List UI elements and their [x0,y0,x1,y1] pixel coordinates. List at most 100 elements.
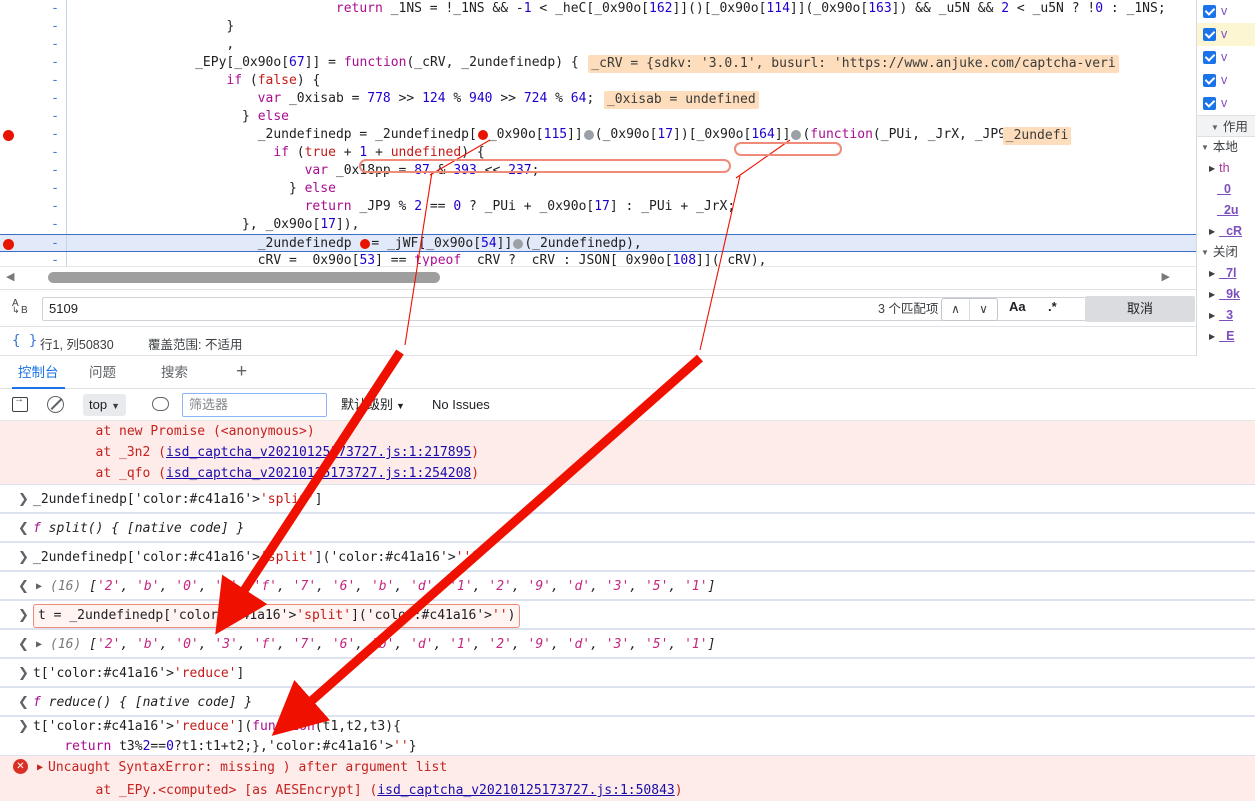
find-next-button[interactable]: ∨ [970,299,997,320]
scroll-right-arrow-icon[interactable]: ▶ [1162,271,1170,283]
scroll-left-arrow-icon[interactable]: ◀ [6,271,14,283]
code-line[interactable]: - return _1NS = !_1NS && -1 < _heC[_0x90o… [0,0,1196,18]
find-prev-button[interactable]: ∧ [942,299,970,320]
scope-property[interactable]: ▶ _3 [1197,305,1255,326]
line-number[interactable]: - [37,90,59,108]
chevron-right-icon[interactable]: ▶ [1209,263,1215,284]
scope-group[interactable]: ▼ 关闭 [1197,242,1255,263]
console-output[interactable]: at new Promise (<anonymous>) at _3n2 (isd… [0,421,1255,804]
tab-issues[interactable]: 问题 [83,357,122,389]
code-line[interactable]: - var _0x18pp = 87 & 393 << 237; [0,162,1196,180]
editor-horizontal-scroll-thumb[interactable] [48,272,440,283]
breakpoint-row[interactable]: v [1197,69,1255,92]
chevron-right-icon[interactable]: ▶ [1209,326,1215,347]
scope-group[interactable]: ▼ 本地 [1197,137,1255,158]
source-link[interactable]: isd_captcha_v20210125173727.js:1:254208 [166,466,471,481]
find-match-case-button[interactable]: Aa [1009,299,1026,314]
code-line[interactable]: -, [0,36,1196,54]
code-line[interactable]: - var _0xisab = 778 >> 124 % 940 >> 724 %… [0,90,1196,109]
find-cancel-button[interactable]: 取消 [1085,296,1195,322]
breakpoint-checkbox[interactable] [1203,51,1216,65]
line-number[interactable]: - [37,198,59,216]
line-number[interactable]: - [37,216,59,234]
console-input-row[interactable]: ❯ t['color:#c41a16'>'reduce'] [0,658,1255,687]
add-tab-button[interactable]: + [236,357,247,389]
chevron-down-icon[interactable]: ▼ [1201,137,1209,158]
tab-console[interactable]: 控制台 [12,357,65,389]
source-link[interactable]: isd_captcha_v20210125173727.js:1:50843 [377,783,674,798]
breakpoint-checkbox[interactable] [1203,5,1216,19]
breakpoint-marker-icon[interactable] [3,130,14,141]
breakpoint-checkbox[interactable] [1203,97,1216,111]
line-number[interactable]: - [37,18,59,36]
console-filter-input[interactable]: 筛选器 [182,393,327,417]
console-input-text[interactable]: t = _2undefinedp['color:#c41a16'>'split'… [33,604,521,628]
console-input-text[interactable]: _2undefinedp['color:#c41a16'>'split']('c… [33,543,479,572]
console-input-row[interactable]: ❯ _2undefinedp['color:#c41a16'>'split']('… [0,542,1255,571]
code-line[interactable]: -} else [0,180,1196,198]
pretty-print-icon[interactable]: { } [12,333,37,349]
log-level-selector[interactable]: 默认级别 ▼ [341,394,405,416]
chevron-down-icon[interactable]: ▼ [1201,242,1209,263]
scope-property[interactable]: _2u [1197,200,1255,221]
issues-status[interactable]: No Issues [432,394,490,416]
chevron-right-icon[interactable]: ▶ [1209,221,1215,242]
drawer-toggle-icon[interactable] [12,394,28,412]
line-number[interactable]: - [37,180,59,198]
line-number[interactable]: - [37,126,59,144]
code-line[interactable]: - if (true + 1 + undefined) { [0,144,1196,162]
chevron-right-icon[interactable]: ▶ [1209,284,1215,305]
code-line[interactable]: - _EPy[_0x90o[67]] = function(_cRV, _2und… [0,54,1196,73]
expand-error-icon[interactable]: ▶ [37,756,43,780]
breakpoint-checkbox[interactable] [1203,74,1216,88]
breakpoint-row[interactable]: v [1197,92,1255,115]
console-input-text[interactable]: t['color:#c41a16'>'reduce'](function(t1,… [33,717,417,757]
code-line[interactable]: -} else [0,108,1196,126]
scope-property[interactable]: ▶ _9k [1197,284,1255,305]
line-number[interactable]: - [37,235,59,253]
code-line[interactable]: - if (false) { [0,72,1196,90]
code-line[interactable]: - return _JP9 % 2 == 0 ? _PUi + _0x90o[17… [0,198,1196,216]
expand-array-icon[interactable]: ▶ [36,630,42,659]
code-editor-pane[interactable]: - return _1NS = !_1NS && -1 < _heC[_0x90o… [0,0,1196,266]
editor-horizontal-scrollbar[interactable]: ◀ ▶ [0,266,1196,288]
scope-property[interactable]: ▶ _7l [1197,263,1255,284]
code-line[interactable]: -}, _0x90o[17]), [0,216,1196,234]
code-line[interactable]: - cRV = _0x90o[53] == typeof _cRV ? _cRV … [0,252,1196,266]
live-expression-icon[interactable] [152,397,169,411]
line-number[interactable]: - [37,0,59,18]
breakpoint-checkbox[interactable] [1203,28,1216,42]
scope-property[interactable]: ▶ _E [1197,326,1255,347]
console-input-text[interactable]: _2undefinedp['color:#c41a16'>'split'] [33,485,323,514]
scope-property[interactable]: _0 [1197,179,1255,200]
chevron-right-icon[interactable]: ▶ [1209,158,1215,179]
chevron-right-icon[interactable]: ▶ [1209,305,1215,326]
tab-search[interactable]: 搜索 [155,357,194,389]
line-number[interactable]: - [37,162,59,180]
expand-array-icon[interactable]: ▶ [36,572,42,601]
scope-section-header[interactable]: ▼ 作用 [1197,115,1255,137]
debugger-sidebar[interactable]: vvvvv ▼ 作用 ▼ 本地 ▶ th _0 _2u ▶ _cR ▼ 关闭 ▶ _7l ▶ _9k ▶ _3 ▶… [1196,0,1255,356]
code-line[interactable]: -} [0,18,1196,36]
line-number[interactable]: - [37,144,59,162]
line-number[interactable]: - [37,54,59,72]
breakpoint-marker-icon[interactable] [3,239,14,250]
code-line[interactable]: - _2undefinedp = _2undefinedp[_0x90o[115]… [0,126,1196,145]
console-input-row[interactable]: ❯ _2undefinedp['color:#c41a16'>'split'] [0,484,1255,513]
find-regex-button[interactable]: .* [1048,299,1057,314]
breakpoint-row[interactable]: v [1197,46,1255,69]
code-line[interactable]: - _2undefinedp = _jWF[_0x90o[54]] (_2undef… [0,234,1196,252]
line-number[interactable]: - [37,72,59,90]
console-input-row[interactable]: ❯ t = _2undefinedp['color:#c41a16'>'split… [0,600,1255,629]
console-input-text[interactable]: t['color:#c41a16'>'reduce'] [33,659,244,688]
execution-context-selector[interactable]: top ▼ [83,394,126,416]
breakpoint-row[interactable]: v [1197,0,1255,23]
source-link[interactable]: isd_captcha_v20210125173727.js:1:217895 [166,445,471,460]
clear-console-icon[interactable] [47,396,64,413]
breakpoint-row[interactable]: v [1197,23,1255,46]
scope-property[interactable]: ▶ _cR [1197,221,1255,242]
scope-property[interactable]: ▶ th [1197,158,1255,179]
line-number[interactable]: - [37,252,59,266]
line-number[interactable]: - [37,36,59,54]
console-input-row[interactable]: ❯ t['color:#c41a16'>'reduce'](function(t1… [0,716,1255,756]
